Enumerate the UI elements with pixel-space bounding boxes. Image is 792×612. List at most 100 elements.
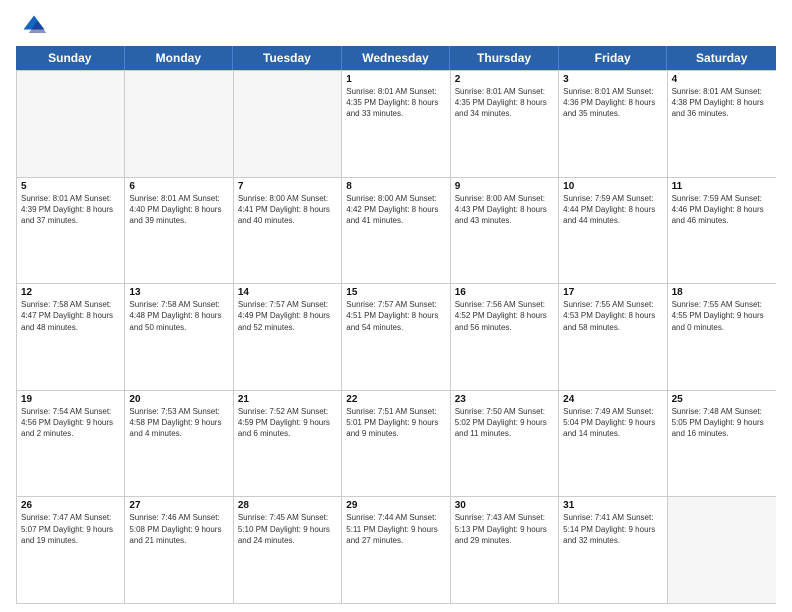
day-number: 18 bbox=[672, 287, 772, 298]
day-cell: 17Sunrise: 7:55 AM Sunset: 4:53 PM Dayli… bbox=[559, 284, 667, 390]
day-cell: 24Sunrise: 7:49 AM Sunset: 5:04 PM Dayli… bbox=[559, 391, 667, 497]
day-info: Sunrise: 7:52 AM Sunset: 4:59 PM Dayligh… bbox=[238, 406, 337, 440]
day-info: Sunrise: 7:57 AM Sunset: 4:49 PM Dayligh… bbox=[238, 299, 337, 333]
day-number: 31 bbox=[563, 500, 662, 511]
day-cell: 21Sunrise: 7:52 AM Sunset: 4:59 PM Dayli… bbox=[234, 391, 342, 497]
day-number: 3 bbox=[563, 74, 662, 85]
day-cell: 22Sunrise: 7:51 AM Sunset: 5:01 PM Dayli… bbox=[342, 391, 450, 497]
day-cell: 23Sunrise: 7:50 AM Sunset: 5:02 PM Dayli… bbox=[451, 391, 559, 497]
header bbox=[0, 0, 792, 46]
day-info: Sunrise: 8:01 AM Sunset: 4:38 PM Dayligh… bbox=[672, 86, 772, 120]
day-info: Sunrise: 8:01 AM Sunset: 4:39 PM Dayligh… bbox=[21, 193, 120, 227]
day-number: 21 bbox=[238, 394, 337, 405]
day-info: Sunrise: 7:41 AM Sunset: 5:14 PM Dayligh… bbox=[563, 512, 662, 546]
day-cell: 1Sunrise: 8:01 AM Sunset: 4:35 PM Daylig… bbox=[342, 71, 450, 177]
day-info: Sunrise: 7:45 AM Sunset: 5:10 PM Dayligh… bbox=[238, 512, 337, 546]
day-headers: SundayMondayTuesdayWednesdayThursdayFrid… bbox=[16, 46, 776, 70]
day-info: Sunrise: 8:00 AM Sunset: 4:43 PM Dayligh… bbox=[455, 193, 554, 227]
day-info: Sunrise: 7:51 AM Sunset: 5:01 PM Dayligh… bbox=[346, 406, 445, 440]
day-number: 28 bbox=[238, 500, 337, 511]
day-cell: 4Sunrise: 8:01 AM Sunset: 4:38 PM Daylig… bbox=[668, 71, 776, 177]
logo bbox=[20, 12, 52, 40]
week-row: 12Sunrise: 7:58 AM Sunset: 4:47 PM Dayli… bbox=[17, 283, 776, 390]
day-cell: 14Sunrise: 7:57 AM Sunset: 4:49 PM Dayli… bbox=[234, 284, 342, 390]
weeks: 1 Sunrise: 8:01 AM Sunset: 4:35 PM Daylig… bbox=[16, 70, 776, 604]
day-number: 11 bbox=[672, 181, 772, 192]
day-number: 29 bbox=[346, 500, 445, 511]
day-header: Thursday bbox=[450, 46, 559, 70]
day-number: 25 bbox=[672, 394, 772, 405]
week-row: 5Sunrise: 8:01 AM Sunset: 4:39 PM Daylig… bbox=[17, 177, 776, 284]
day-header: Saturday bbox=[667, 46, 776, 70]
day-cell: 11Sunrise: 7:59 AM Sunset: 4:46 PM Dayli… bbox=[668, 178, 776, 284]
week-row: 1 Sunrise: 8:01 AM Sunset: 4:35 PM Daylig… bbox=[17, 70, 776, 177]
day-header: Tuesday bbox=[233, 46, 342, 70]
day-info: Sunrise: 7:47 AM Sunset: 5:07 PM Dayligh… bbox=[21, 512, 120, 546]
day-cell: 31Sunrise: 7:41 AM Sunset: 5:14 PM Dayli… bbox=[559, 497, 667, 603]
day-cell: 25Sunrise: 7:48 AM Sunset: 5:05 PM Dayli… bbox=[668, 391, 776, 497]
day-number: 23 bbox=[455, 394, 554, 405]
week-row: 26Sunrise: 7:47 AM Sunset: 5:07 PM Dayli… bbox=[17, 496, 776, 603]
day-number: 27 bbox=[129, 500, 228, 511]
day-info: Sunrise: 8:01 AM Sunset: 4:36 PM Dayligh… bbox=[563, 86, 662, 120]
day-number: 17 bbox=[563, 287, 662, 298]
day-header: Monday bbox=[125, 46, 234, 70]
day-cell: 30Sunrise: 7:43 AM Sunset: 5:13 PM Dayli… bbox=[451, 497, 559, 603]
day-number: 26 bbox=[21, 500, 120, 511]
day-cell: 3Sunrise: 8:01 AM Sunset: 4:36 PM Daylig… bbox=[559, 71, 667, 177]
day-info: Sunrise: 7:59 AM Sunset: 4:44 PM Dayligh… bbox=[563, 193, 662, 227]
day-cell: 8Sunrise: 8:00 AM Sunset: 4:42 PM Daylig… bbox=[342, 178, 450, 284]
day-info: Sunrise: 7:44 AM Sunset: 5:11 PM Dayligh… bbox=[346, 512, 445, 546]
day-cell: 27Sunrise: 7:46 AM Sunset: 5:08 PM Dayli… bbox=[125, 497, 233, 603]
day-cell: 9Sunrise: 8:00 AM Sunset: 4:43 PM Daylig… bbox=[451, 178, 559, 284]
page: SundayMondayTuesdayWednesdayThursdayFrid… bbox=[0, 0, 792, 612]
day-cell bbox=[125, 71, 233, 177]
day-info: Sunrise: 8:00 AM Sunset: 4:42 PM Dayligh… bbox=[346, 193, 445, 227]
day-number: 22 bbox=[346, 394, 445, 405]
day-header: Friday bbox=[559, 46, 668, 70]
day-cell: 10Sunrise: 7:59 AM Sunset: 4:44 PM Dayli… bbox=[559, 178, 667, 284]
day-number: 15 bbox=[346, 287, 445, 298]
day-number: 4 bbox=[672, 74, 772, 85]
day-header: Sunday bbox=[16, 46, 125, 70]
day-cell: 16Sunrise: 7:56 AM Sunset: 4:52 PM Dayli… bbox=[451, 284, 559, 390]
day-number: 16 bbox=[455, 287, 554, 298]
day-info: Sunrise: 7:54 AM Sunset: 4:56 PM Dayligh… bbox=[21, 406, 120, 440]
day-info: Sunrise: 7:56 AM Sunset: 4:52 PM Dayligh… bbox=[455, 299, 554, 333]
day-number: 2 bbox=[455, 74, 554, 85]
day-info: Sunrise: 7:58 AM Sunset: 4:47 PM Dayligh… bbox=[21, 299, 120, 333]
day-info: Sunrise: 7:46 AM Sunset: 5:08 PM Dayligh… bbox=[129, 512, 228, 546]
day-cell: 6Sunrise: 8:01 AM Sunset: 4:40 PM Daylig… bbox=[125, 178, 233, 284]
day-header: Wednesday bbox=[342, 46, 451, 70]
day-info: Sunrise: 8:00 AM Sunset: 4:41 PM Dayligh… bbox=[238, 193, 337, 227]
day-info: Sunrise: 8:01 AM Sunset: 4:35 PM Dayligh… bbox=[455, 86, 554, 120]
day-info: Sunrise: 7:48 AM Sunset: 5:05 PM Dayligh… bbox=[672, 406, 772, 440]
day-info: Sunrise: 7:55 AM Sunset: 4:55 PM Dayligh… bbox=[672, 299, 772, 333]
day-number: 10 bbox=[563, 181, 662, 192]
day-number: 19 bbox=[21, 394, 120, 405]
day-number: 14 bbox=[238, 287, 337, 298]
day-cell: 20Sunrise: 7:53 AM Sunset: 4:58 PM Dayli… bbox=[125, 391, 233, 497]
day-info: Sunrise: 7:57 AM Sunset: 4:51 PM Dayligh… bbox=[346, 299, 445, 333]
day-info: Sunrise: 7:59 AM Sunset: 4:46 PM Dayligh… bbox=[672, 193, 772, 227]
day-cell: 7Sunrise: 8:00 AM Sunset: 4:41 PM Daylig… bbox=[234, 178, 342, 284]
day-number: 24 bbox=[563, 394, 662, 405]
day-info: Sunrise: 7:43 AM Sunset: 5:13 PM Dayligh… bbox=[455, 512, 554, 546]
day-info: Sunrise: 7:53 AM Sunset: 4:58 PM Dayligh… bbox=[129, 406, 228, 440]
day-cell: 5Sunrise: 8:01 AM Sunset: 4:39 PM Daylig… bbox=[17, 178, 125, 284]
day-number: 1 bbox=[346, 74, 445, 85]
day-cell: 13Sunrise: 7:58 AM Sunset: 4:48 PM Dayli… bbox=[125, 284, 233, 390]
day-info: Sunrise: 7:49 AM Sunset: 5:04 PM Dayligh… bbox=[563, 406, 662, 440]
day-number: 30 bbox=[455, 500, 554, 511]
logo-icon bbox=[20, 12, 48, 40]
day-number: 9 bbox=[455, 181, 554, 192]
day-number: 13 bbox=[129, 287, 228, 298]
day-info: Sunrise: 8:01 AM Sunset: 4:40 PM Dayligh… bbox=[129, 193, 228, 227]
day-number: 6 bbox=[129, 181, 228, 192]
day-info: Sunrise: 7:58 AM Sunset: 4:48 PM Dayligh… bbox=[129, 299, 228, 333]
day-cell: 19Sunrise: 7:54 AM Sunset: 4:56 PM Dayli… bbox=[17, 391, 125, 497]
day-cell bbox=[234, 71, 342, 177]
day-cell: 26Sunrise: 7:47 AM Sunset: 5:07 PM Dayli… bbox=[17, 497, 125, 603]
day-cell: 18Sunrise: 7:55 AM Sunset: 4:55 PM Dayli… bbox=[668, 284, 776, 390]
week-row: 19Sunrise: 7:54 AM Sunset: 4:56 PM Dayli… bbox=[17, 390, 776, 497]
